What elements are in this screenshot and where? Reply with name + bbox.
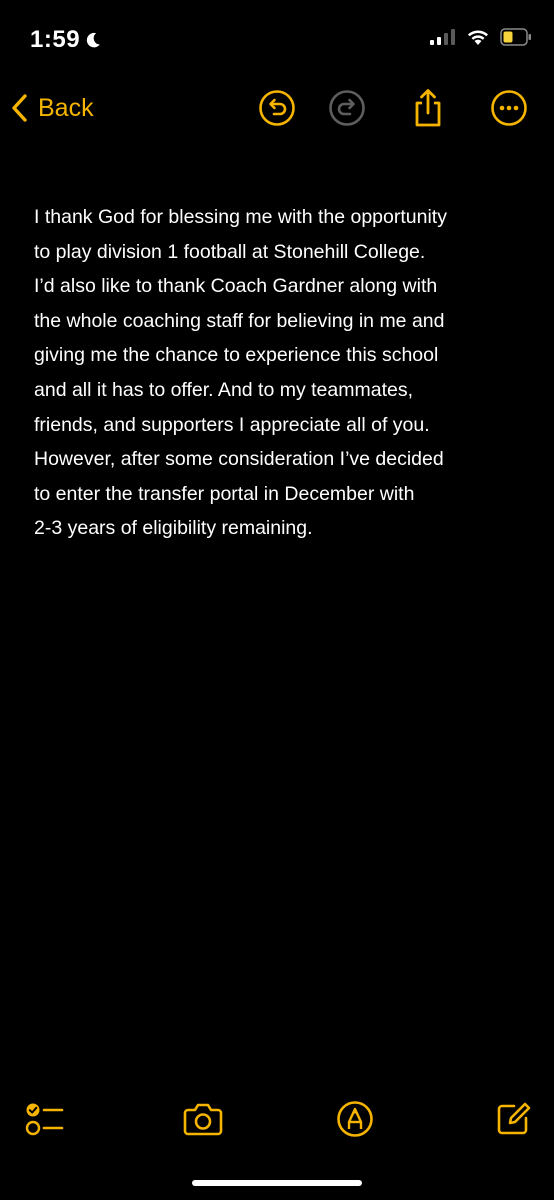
markup-icon — [337, 1101, 373, 1137]
note-line: However, after some consideration I’ve d… — [34, 448, 444, 471]
more-icon — [491, 90, 527, 126]
markup-button[interactable] — [334, 1098, 376, 1140]
camera-icon — [183, 1103, 223, 1136]
back-button[interactable]: Back — [10, 88, 94, 128]
redo-icon — [329, 90, 365, 126]
note-line: I thank God for blessing me with the opp… — [34, 206, 447, 228]
note-text[interactable]: I thank God for blessing me with the opp… — [34, 200, 524, 546]
note-line: I’d also like to thank Coach Gardner alo… — [34, 275, 438, 298]
chevron-left-icon — [12, 94, 27, 122]
undo-button[interactable] — [257, 88, 297, 128]
redo-button[interactable] — [327, 88, 367, 128]
note-line: and all it has to offer. And to my teamm… — [34, 378, 414, 401]
note-line: friends, and supporters I appreciate all… — [34, 413, 430, 436]
compose-icon — [497, 1102, 531, 1135]
home-indicator[interactable] — [192, 1180, 362, 1186]
share-button[interactable] — [408, 88, 448, 128]
back-label: Back — [38, 93, 94, 122]
wifi-icon — [468, 30, 488, 45]
checklist-button[interactable] — [24, 1098, 66, 1140]
moon-icon — [86, 32, 100, 48]
camera-button[interactable] — [182, 1098, 224, 1140]
share-icon — [415, 89, 441, 127]
status-bar: 1:59 — [0, 0, 554, 80]
cellular-signal-icon — [430, 29, 455, 45]
more-button[interactable] — [489, 88, 529, 128]
battery-low-power-icon — [500, 28, 531, 46]
undo-icon — [259, 90, 295, 126]
note-line: giving me the chance to experience this … — [34, 344, 439, 367]
bottom-toolbar — [0, 1094, 554, 1144]
note-line: the whole coaching staff for believing i… — [34, 309, 445, 332]
note-line: 2-3 years of eligibility remaining. — [34, 517, 313, 540]
checklist-icon — [25, 1103, 64, 1136]
note-line: to play division 1 football at Stonehill… — [34, 240, 426, 263]
note-line: to enter the transfer portal in December… — [34, 482, 415, 505]
compose-button[interactable] — [492, 1098, 534, 1140]
status-indicators — [430, 28, 532, 46]
clock: 1:59 — [30, 26, 81, 53]
status-time: 1:59 — [30, 26, 102, 54]
nav-bar: Back — [0, 80, 554, 136]
